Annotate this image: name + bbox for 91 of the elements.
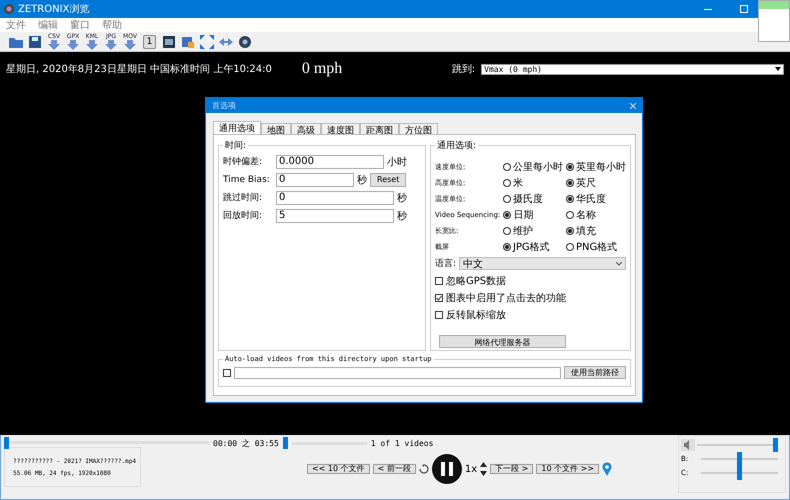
checkbox[interactable] <box>223 368 231 376</box>
checkbox-option[interactable]: 图表中启用了点击去的功能 <box>435 290 626 305</box>
check-icon <box>436 294 442 301</box>
radio-label[interactable]: 华氏度 <box>576 192 606 206</box>
window-title: ZETRONIX浏览 <box>18 2 90 16</box>
app-logo-icon <box>4 4 14 14</box>
radio-label[interactable]: 填充 <box>576 224 596 238</box>
radio-label[interactable]: 日期 <box>513 208 534 222</box>
radio-label[interactable]: PNG格式 <box>576 240 618 254</box>
input-field[interactable]: 0 <box>276 190 394 204</box>
date-time-text: 星期日, 2020年8月23日星期日 中国标准时间 上午10:24:0 <box>6 62 273 76</box>
jump-dropdown[interactable]: Vmax (0 mph) <box>481 64 784 74</box>
unit-label: 小时 <box>387 156 407 168</box>
radio-button[interactable] <box>566 163 574 172</box>
time-readout: 00:00 之 03:55 <box>213 438 279 448</box>
field-label: Time Bias: <box>223 174 271 184</box>
radio-button[interactable] <box>502 195 511 204</box>
radio-button[interactable] <box>502 227 511 236</box>
skip-back-button[interactable]: < 前一段 <box>372 464 416 474</box>
radio-label[interactable]: 英尺 <box>576 176 596 190</box>
playback-rate: 1x <box>464 464 478 474</box>
menu-item[interactable]: 编辑 <box>38 18 58 32</box>
input-field[interactable]: 5 <box>276 208 394 222</box>
use-current-path-button[interactable]: 使用当前路径 <box>564 366 626 379</box>
skip-forward-button[interactable]: 下一段 > <box>490 464 534 474</box>
input-field[interactable]: 0.0000 <box>276 154 384 168</box>
unit-label: 秒 <box>357 174 367 186</box>
video-count: 1 of 1 videos <box>370 438 434 448</box>
checkbox-option[interactable]: 忽略GPS数据 <box>435 274 626 288</box>
radio-label[interactable]: 英里每小时 <box>576 160 626 174</box>
input-field[interactable]: 0 <box>276 172 354 186</box>
volume-slider[interactable] <box>697 438 778 452</box>
radio-button[interactable] <box>566 211 574 220</box>
menu-item[interactable]: 帮助 <box>102 18 122 32</box>
end-marker-icon[interactable] <box>282 437 288 449</box>
dropdown-arrow-icon[interactable] <box>775 67 781 71</box>
field-label: 跳过时间: <box>223 192 264 204</box>
close-icon[interactable] <box>630 102 636 108</box>
seek-slider[interactable] <box>4 437 209 449</box>
language-label: 语言: <box>435 258 456 270</box>
slider-thumb[interactable] <box>737 452 742 466</box>
language-dropdown[interactable]: 中文 <box>459 257 626 270</box>
pause-icon[interactable] <box>432 454 462 484</box>
menu-item[interactable]: 文件 <box>6 18 26 32</box>
radio-button[interactable] <box>502 163 511 172</box>
field-label: 时钟偏差: <box>223 156 264 168</box>
expand-icon[interactable] <box>199 34 215 50</box>
radio-button[interactable] <box>503 211 512 220</box>
radio-button[interactable] <box>502 179 511 188</box>
speaker-icon[interactable] <box>681 438 695 450</box>
map-pin-icon[interactable] <box>602 462 612 476</box>
volume-thumb[interactable] <box>773 438 778 452</box>
radio-button[interactable] <box>566 243 574 252</box>
tab[interactable]: 距离图 <box>360 123 399 135</box>
radio-button[interactable] <box>566 227 574 236</box>
dialog-title: 首选项 <box>212 100 236 111</box>
slider-thumb[interactable] <box>737 466 742 480</box>
unit-label: 秒 <box>397 210 407 222</box>
radio-label[interactable]: 米 <box>512 176 523 190</box>
maximize-icon[interactable] <box>740 5 748 13</box>
reset-button[interactable]: Reset <box>370 172 406 186</box>
chevron-down-icon[interactable] <box>616 262 622 266</box>
seek-thumb[interactable] <box>4 437 9 449</box>
checkbox-option[interactable]: 反转鼠标缩放 <box>435 308 626 322</box>
tab[interactable]: 通用选项 <box>213 121 261 135</box>
jump-label: 跳到: <box>452 62 476 76</box>
radio-label[interactable]: 维护 <box>512 224 533 238</box>
skip-back-button[interactable]: << 10 个文件 <box>306 464 370 474</box>
group-legend: 通用选项: <box>435 139 478 152</box>
directory-field[interactable] <box>234 366 561 378</box>
replay-icon[interactable] <box>418 464 429 474</box>
radio-label[interactable]: 名称 <box>576 208 596 222</box>
rate-stepper-icon[interactable] <box>480 462 488 476</box>
radio-button[interactable] <box>502 243 511 252</box>
group-legend: 时间: <box>223 139 248 152</box>
radio-label[interactable]: 摄氏度 <box>512 192 543 206</box>
speed-readout: 0 mph <box>302 60 344 78</box>
radio-button[interactable] <box>566 195 574 204</box>
counter-button[interactable]: 1 <box>143 34 156 48</box>
proxy-button[interactable]: 网络代理服务器 <box>439 335 566 348</box>
tab[interactable]: 速度图 <box>321 123 360 135</box>
radio-label[interactable]: 公里每小时 <box>512 160 563 174</box>
field-label: 回放时间: <box>223 210 264 222</box>
radio-label[interactable]: JPG格式 <box>512 240 550 254</box>
tab[interactable]: 地图 <box>261 123 291 135</box>
menu-item[interactable]: 窗口 <box>70 18 90 32</box>
tab[interactable]: 高级 <box>291 123 321 135</box>
radio-button[interactable] <box>566 179 574 188</box>
skip-forward-button[interactable]: 10 个文件 >> <box>536 464 600 474</box>
unit-label: 秒 <box>397 192 407 204</box>
tab[interactable]: 方位图 <box>399 123 438 135</box>
